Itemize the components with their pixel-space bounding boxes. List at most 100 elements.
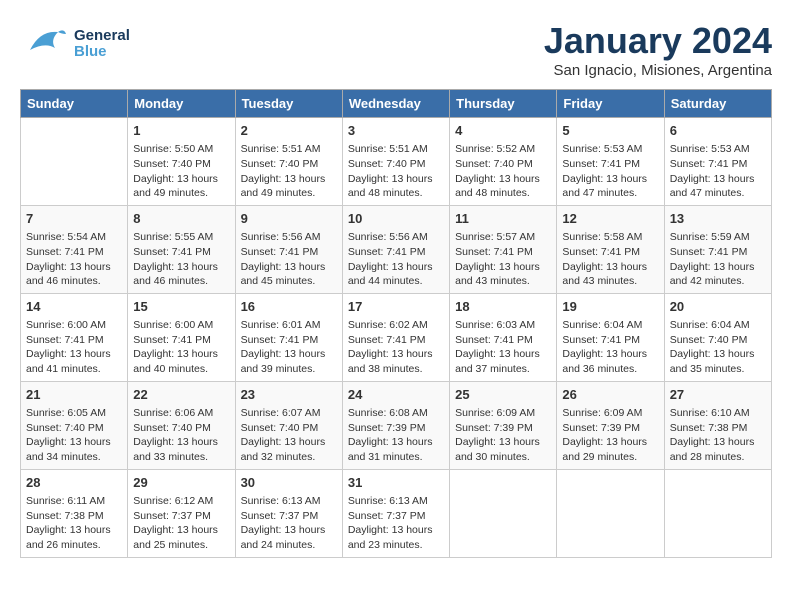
day-content: Sunrise: 6:13 AMSunset: 7:37 PMDaylight:… <box>241 494 337 553</box>
day-content: Sunrise: 5:53 AMSunset: 7:41 PMDaylight:… <box>670 142 766 201</box>
calendar-week-4: 21 Sunrise: 6:05 AMSunset: 7:40 PMDayligh… <box>21 381 772 469</box>
logo-blue: Blue <box>74 44 130 61</box>
day-content: Sunrise: 5:59 AMSunset: 7:41 PMDaylight:… <box>670 230 766 289</box>
day-number: 11 <box>455 210 551 228</box>
day-number: 24 <box>348 386 444 404</box>
day-content: Sunrise: 6:09 AMSunset: 7:39 PMDaylight:… <box>562 406 658 465</box>
calendar-week-3: 14 Sunrise: 6:00 AMSunset: 7:41 PMDayligh… <box>21 293 772 381</box>
day-number: 27 <box>670 386 766 404</box>
day-number: 10 <box>348 210 444 228</box>
logo-general: General <box>74 28 130 45</box>
day-content: Sunrise: 5:55 AMSunset: 7:41 PMDaylight:… <box>133 230 229 289</box>
day-content: Sunrise: 6:00 AMSunset: 7:41 PMDaylight:… <box>26 318 122 377</box>
calendar-cell: 19Sunrise: 6:04 AMSunset: 7:41 PMDayligh… <box>557 293 664 381</box>
day-content: Sunrise: 5:57 AMSunset: 7:41 PMDaylight:… <box>455 230 551 289</box>
day-content: Sunrise: 5:53 AMSunset: 7:41 PMDaylight:… <box>562 142 658 201</box>
calendar-cell: 16 Sunrise: 6:01 AMSunset: 7:41 PMDayligh… <box>235 293 342 381</box>
day-number: 29 <box>133 474 229 492</box>
day-content: Sunrise: 6:04 AMSunset: 7:41 PMDaylight:… <box>562 318 658 377</box>
col-thursday: Thursday <box>450 90 557 118</box>
day-content: Sunrise: 6:01 AMSunset: 7:41 PMDaylight:… <box>241 318 337 377</box>
day-content: Sunrise: 6:08 AMSunset: 7:39 PMDaylight:… <box>348 406 444 465</box>
calendar-cell: 21 Sunrise: 6:05 AMSunset: 7:40 PMDayligh… <box>21 381 128 469</box>
calendar-cell: 2Sunrise: 5:51 AMSunset: 7:40 PMDaylight… <box>235 118 342 206</box>
day-number: 28 <box>26 474 122 492</box>
col-wednesday: Wednesday <box>342 90 449 118</box>
calendar-cell: 20 Sunrise: 6:04 AMSunset: 7:40 PMDayligh… <box>664 293 771 381</box>
calendar-cell <box>664 469 771 557</box>
calendar-cell: 28 Sunrise: 6:11 AMSunset: 7:38 PMDayligh… <box>21 469 128 557</box>
day-content: Sunrise: 6:12 AMSunset: 7:37 PMDaylight:… <box>133 494 229 553</box>
day-number: 5 <box>562 122 658 140</box>
location-subtitle: San Ignacio, Misiones, Argentina <box>544 62 772 79</box>
calendar-cell: 4 Sunrise: 5:52 AMSunset: 7:40 PMDaylight… <box>450 118 557 206</box>
day-number: 18 <box>455 298 551 316</box>
day-content: Sunrise: 6:06 AMSunset: 7:40 PMDaylight:… <box>133 406 229 465</box>
day-number: 21 <box>26 386 122 404</box>
day-number: 13 <box>670 210 766 228</box>
calendar-cell: 5 Sunrise: 5:53 AMSunset: 7:41 PMDaylight… <box>557 118 664 206</box>
col-monday: Monday <box>128 90 235 118</box>
calendar-week-5: 28 Sunrise: 6:11 AMSunset: 7:38 PMDayligh… <box>21 469 772 557</box>
day-content: Sunrise: 6:11 AMSunset: 7:38 PMDaylight:… <box>26 494 122 553</box>
day-number: 17 <box>348 298 444 316</box>
day-number: 14 <box>26 298 122 316</box>
title-block: January 2024 San Ignacio, Misiones, Arge… <box>544 20 772 79</box>
calendar-table: Sunday Monday Tuesday Wednesday Thursday… <box>20 89 772 558</box>
day-content: Sunrise: 5:52 AMSunset: 7:40 PMDaylight:… <box>455 142 551 201</box>
calendar-cell: 23Sunrise: 6:07 AMSunset: 7:40 PMDayligh… <box>235 381 342 469</box>
day-number: 1 <box>133 122 229 140</box>
calendar-week-1: 1 Sunrise: 5:50 AMSunset: 7:40 PMDaylight… <box>21 118 772 206</box>
day-number: 4 <box>455 122 551 140</box>
day-number: 23 <box>241 386 337 404</box>
col-sunday: Sunday <box>21 90 128 118</box>
day-content: Sunrise: 6:02 AMSunset: 7:41 PMDaylight:… <box>348 318 444 377</box>
calendar-cell <box>557 469 664 557</box>
calendar-cell: 13 Sunrise: 5:59 AMSunset: 7:41 PMDayligh… <box>664 205 771 293</box>
logo-icon <box>20 20 68 68</box>
day-content: Sunrise: 6:04 AMSunset: 7:40 PMDaylight:… <box>670 318 766 377</box>
calendar-header-row: Sunday Monday Tuesday Wednesday Thursday… <box>21 90 772 118</box>
day-number: 6 <box>670 122 766 140</box>
calendar-cell: 25Sunrise: 6:09 AMSunset: 7:39 PMDayligh… <box>450 381 557 469</box>
page-header: General Blue January 2024 San Ignacio, M… <box>20 20 772 79</box>
calendar-cell: 27Sunrise: 6:10 AMSunset: 7:38 PMDayligh… <box>664 381 771 469</box>
day-number: 15 <box>133 298 229 316</box>
day-number: 9 <box>241 210 337 228</box>
day-content: Sunrise: 6:13 AMSunset: 7:37 PMDaylight:… <box>348 494 444 553</box>
calendar-cell: 14 Sunrise: 6:00 AMSunset: 7:41 PMDayligh… <box>21 293 128 381</box>
day-content: Sunrise: 5:56 AMSunset: 7:41 PMDaylight:… <box>348 230 444 289</box>
day-content: Sunrise: 5:56 AMSunset: 7:41 PMDaylight:… <box>241 230 337 289</box>
calendar-cell: 10 Sunrise: 5:56 AMSunset: 7:41 PMDayligh… <box>342 205 449 293</box>
calendar-cell: 17 Sunrise: 6:02 AMSunset: 7:41 PMDayligh… <box>342 293 449 381</box>
day-number: 3 <box>348 122 444 140</box>
calendar-cell: 9 Sunrise: 5:56 AMSunset: 7:41 PMDaylight… <box>235 205 342 293</box>
day-number: 30 <box>241 474 337 492</box>
day-content: Sunrise: 5:51 AMSunset: 7:40 PMDaylight:… <box>241 142 337 201</box>
day-number: 16 <box>241 298 337 316</box>
col-tuesday: Tuesday <box>235 90 342 118</box>
calendar-cell: 8Sunrise: 5:55 AMSunset: 7:41 PMDaylight… <box>128 205 235 293</box>
col-saturday: Saturday <box>664 90 771 118</box>
day-content: Sunrise: 5:50 AMSunset: 7:40 PMDaylight:… <box>133 142 229 201</box>
calendar-cell <box>21 118 128 206</box>
calendar-cell: 29 Sunrise: 6:12 AMSunset: 7:37 PMDayligh… <box>128 469 235 557</box>
month-title: January 2024 <box>544 20 772 62</box>
day-number: 31 <box>348 474 444 492</box>
day-content: Sunrise: 6:00 AMSunset: 7:41 PMDaylight:… <box>133 318 229 377</box>
calendar-cell: 31 Sunrise: 6:13 AMSunset: 7:37 PMDayligh… <box>342 469 449 557</box>
logo: General Blue <box>20 20 130 68</box>
calendar-week-2: 7Sunrise: 5:54 AMSunset: 7:41 PMDaylight… <box>21 205 772 293</box>
calendar-cell: 15 Sunrise: 6:00 AMSunset: 7:41 PMDayligh… <box>128 293 235 381</box>
calendar-cell: 3 Sunrise: 5:51 AMSunset: 7:40 PMDaylight… <box>342 118 449 206</box>
logo-text: General Blue <box>74 28 130 61</box>
day-number: 26 <box>562 386 658 404</box>
day-number: 20 <box>670 298 766 316</box>
day-number: 12 <box>562 210 658 228</box>
day-content: Sunrise: 5:54 AMSunset: 7:41 PMDaylight:… <box>26 230 122 289</box>
calendar-cell: 30 Sunrise: 6:13 AMSunset: 7:37 PMDayligh… <box>235 469 342 557</box>
calendar-cell: 22Sunrise: 6:06 AMSunset: 7:40 PMDayligh… <box>128 381 235 469</box>
day-content: Sunrise: 5:51 AMSunset: 7:40 PMDaylight:… <box>348 142 444 201</box>
day-content: Sunrise: 6:05 AMSunset: 7:40 PMDaylight:… <box>26 406 122 465</box>
calendar-cell: 11 Sunrise: 5:57 AMSunset: 7:41 PMDayligh… <box>450 205 557 293</box>
